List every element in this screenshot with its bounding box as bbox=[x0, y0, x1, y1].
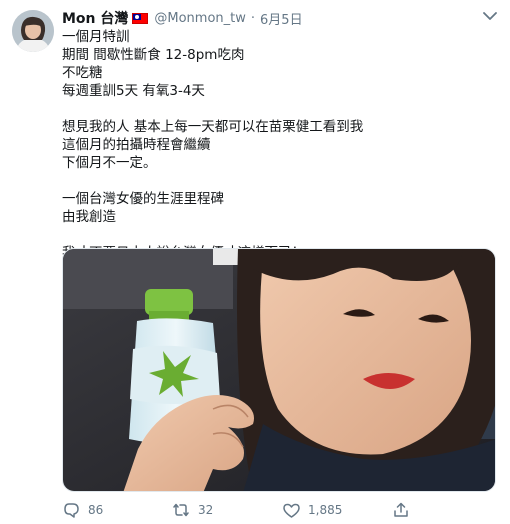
reply-count: 86 bbox=[88, 503, 104, 517]
tweet-line: 一個台灣女優的生涯里程碑 bbox=[62, 191, 224, 207]
tweet-line: 想見我的人 基本上每一天都可以在苗栗健工看到我 bbox=[62, 119, 364, 135]
tweet-header: Mon 台灣 @Monmon_tw · 6月5日 bbox=[62, 8, 303, 28]
separator-dot: · bbox=[250, 10, 256, 26]
avatar[interactable] bbox=[12, 10, 54, 52]
like-button[interactable]: 1,885 bbox=[282, 501, 392, 519]
tweet-line: 一個月特訓 bbox=[62, 29, 130, 45]
tweet-photo[interactable] bbox=[62, 248, 496, 492]
heart-icon bbox=[282, 501, 300, 519]
tweet-text: 一個月特訓 期間 間歇性斷食 12-8pm吃肉 不吃糖 每週重訓5天 有氧3-4… bbox=[62, 28, 492, 262]
retweet-count: 32 bbox=[198, 503, 214, 517]
display-name[interactable]: Mon 台灣 bbox=[62, 8, 128, 28]
tweet-line: 期間 間歇性斷食 12-8pm吃肉 bbox=[62, 47, 245, 63]
tweet-card: Mon 台灣 @Monmon_tw · 6月5日 一個月特訓 期間 間歇性斷食 … bbox=[0, 0, 510, 524]
retweet-button[interactable]: 32 bbox=[172, 501, 282, 519]
share-button[interactable] bbox=[392, 501, 422, 519]
like-count: 1,885 bbox=[308, 503, 343, 517]
reply-button[interactable]: 86 bbox=[62, 501, 172, 519]
tweet-actions: 86 32 1,885 bbox=[62, 500, 492, 520]
taiwan-flag-icon bbox=[132, 12, 149, 24]
user-handle[interactable]: @Monmon_tw bbox=[154, 11, 246, 26]
tweet-date[interactable]: 6月5日 bbox=[260, 9, 303, 28]
chevron-down-icon[interactable] bbox=[482, 10, 498, 22]
tweet-line: 不吃糖 bbox=[62, 65, 103, 81]
share-icon bbox=[392, 501, 410, 519]
tweet-line: 這個月的拍攝時程會繼續 bbox=[62, 137, 211, 153]
retweet-icon bbox=[172, 501, 190, 519]
tweet-line: 每週重訓5天 有氧3-4天 bbox=[62, 83, 205, 99]
reply-icon bbox=[62, 501, 80, 519]
tweet-line: 由我創造 bbox=[62, 209, 116, 225]
tweet-line: 下個月不一定。 bbox=[62, 155, 157, 171]
